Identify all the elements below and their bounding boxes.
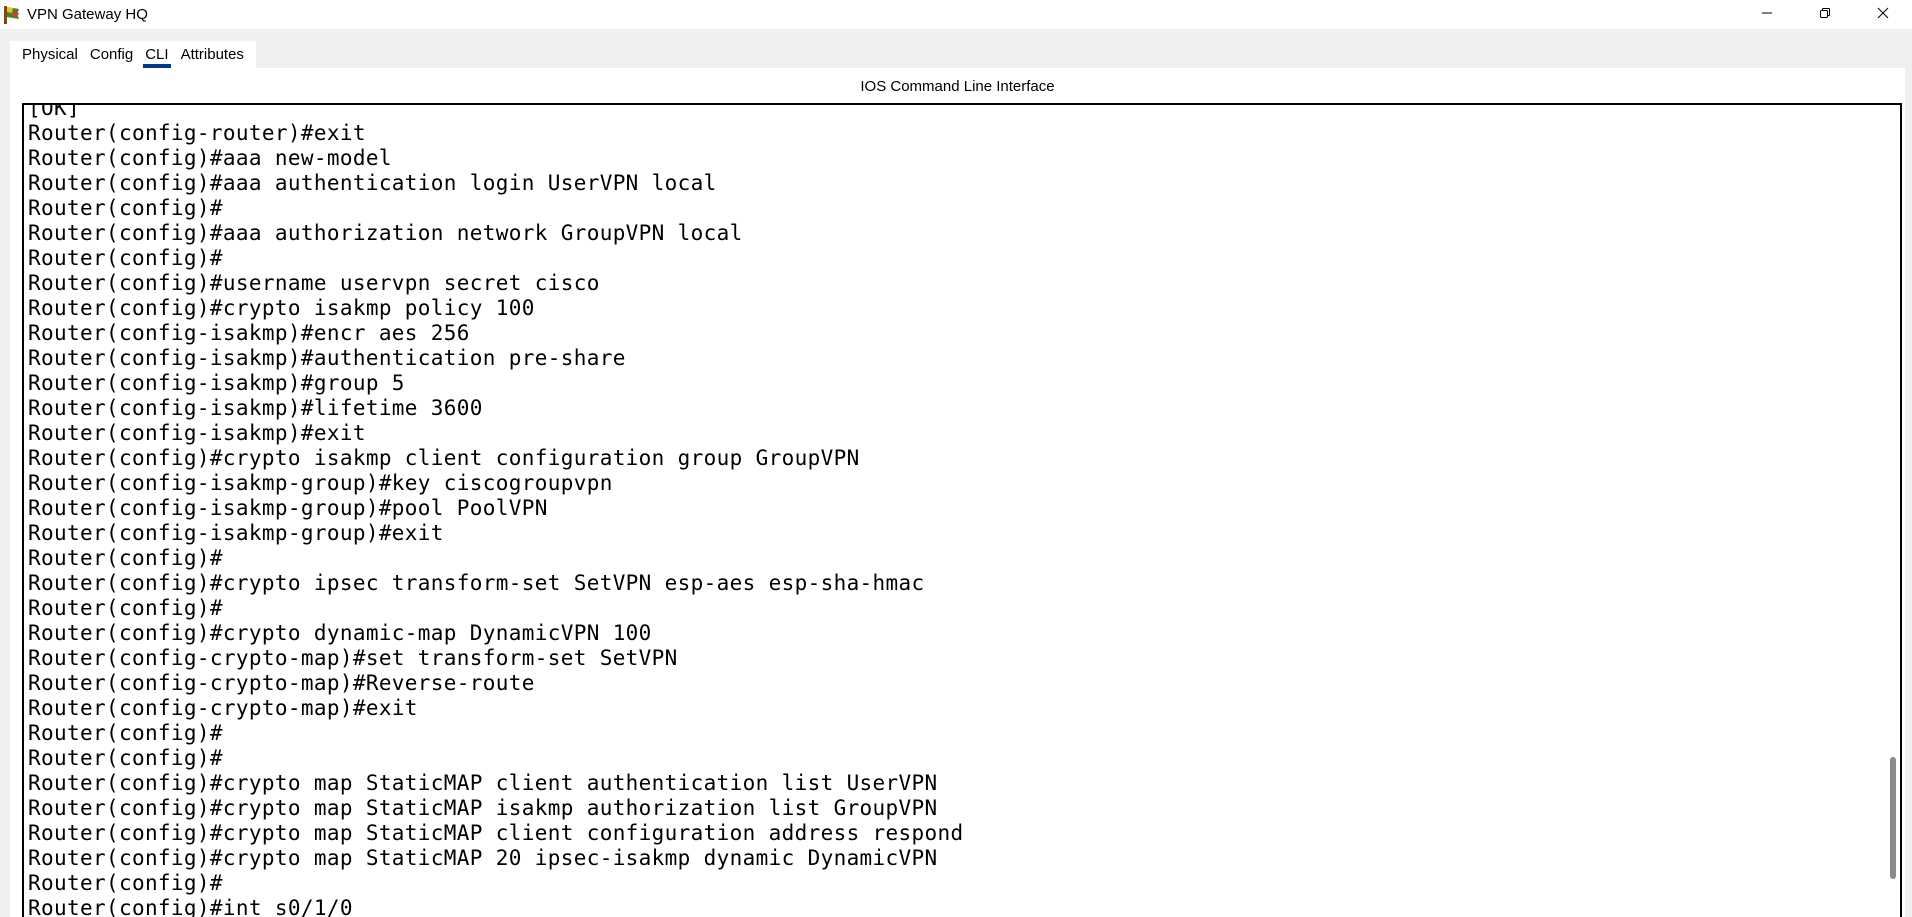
cli-line: Router(config-isakmp-group)#key ciscogro…	[28, 471, 613, 495]
minimize-button[interactable]	[1738, 0, 1796, 29]
cli-line: Router(config)#	[28, 871, 223, 895]
cli-line: Router(config-isakmp)#lifetime 3600	[28, 396, 483, 420]
scrollbar-thumb[interactable]	[1890, 757, 1896, 879]
cli-line: Router(config)#int s0/1/0	[28, 896, 353, 917]
cli-line: Router(config-router)#exit	[28, 121, 366, 145]
cli-line: Router(config)#	[28, 246, 223, 270]
cli-panel: IOS Command Line Interface [OK] Router(co…	[10, 68, 1905, 917]
tab-label: CLI	[145, 46, 169, 63]
app-window: VPN Gateway HQ Physical Config CLI Attri…	[0, 0, 1912, 917]
cli-line: Router(config)#	[28, 596, 223, 620]
window-title: VPN Gateway HQ	[27, 6, 148, 23]
cli-line: Router(config)#username uservpn secret c…	[28, 271, 600, 295]
cli-output[interactable]: [OK] Router(config-router)#exit Router(con…	[28, 103, 1880, 917]
cli-line: Router(config)#	[28, 196, 223, 220]
terminal-scrollbar[interactable]	[1886, 105, 1900, 917]
close-button[interactable]	[1854, 0, 1912, 29]
cli-line: Router(config)#crypto dynamic-map Dynami…	[28, 621, 652, 645]
cli-line: Router(config)#crypto isakmp policy 100	[28, 296, 535, 320]
cli-line: Router(config)#aaa new-model	[28, 146, 392, 170]
device-tabs: Physical Config CLI Attributes	[10, 41, 256, 68]
tab-cli[interactable]: CLI	[139, 41, 174, 68]
cli-line: Router(config-crypto-map)#set transform-…	[28, 646, 678, 670]
cli-line: Router(config-isakmp-group)#exit	[28, 521, 444, 545]
cli-line: [OK]	[28, 103, 80, 120]
cli-line: Router(config)#crypto map StaticMAP 20 i…	[28, 846, 938, 870]
window-controls	[1738, 0, 1912, 29]
title-bar[interactable]: VPN Gateway HQ	[0, 0, 1912, 29]
minimize-icon	[1761, 6, 1773, 24]
tab-config[interactable]: Config	[84, 41, 139, 68]
cli-line: Router(config-isakmp)#authentication pre…	[28, 346, 626, 370]
cli-line: Router(config)#crypto map StaticMAP isak…	[28, 796, 938, 820]
cli-line: Router(config)#crypto map StaticMAP clie…	[28, 821, 964, 845]
tab-attributes[interactable]: Attributes	[175, 41, 256, 68]
restore-icon	[1819, 6, 1831, 24]
cli-line: Router(config)#crypto isakmp client conf…	[28, 446, 860, 470]
cli-line: Router(config)#crypto ipsec transform-se…	[28, 571, 925, 595]
cli-line: Router(config-isakmp)#exit	[28, 421, 366, 445]
cli-line: Router(config)#	[28, 721, 223, 745]
restore-button[interactable]	[1796, 0, 1854, 29]
cli-line: Router(config-crypto-map)#Reverse-route	[28, 671, 535, 695]
tab-label: Physical	[22, 46, 78, 63]
cli-line: Router(config-isakmp)#group 5	[28, 371, 405, 395]
cli-terminal[interactable]: [OK] Router(config-router)#exit Router(con…	[22, 103, 1902, 917]
tab-label: Config	[89, 46, 134, 63]
cli-line: Router(config)#	[28, 746, 223, 770]
cli-line: Router(config)#crypto map StaticMAP clie…	[28, 771, 938, 795]
cli-line: Router(config-isakmp-group)#pool PoolVPN	[28, 496, 548, 520]
cli-line: Router(config-crypto-map)#exit	[28, 696, 418, 720]
cli-line: Router(config)#	[28, 546, 223, 570]
tab-label: Attributes	[180, 46, 244, 63]
tab-physical[interactable]: Physical	[10, 41, 84, 68]
cli-line: Router(config)#aaa authorization network…	[28, 221, 743, 245]
cli-line: Router(config)#aaa authentication login …	[28, 171, 717, 195]
close-icon	[1877, 6, 1889, 24]
cli-line: Router(config-isakmp)#encr aes 256	[28, 321, 470, 345]
packet-tracer-router-icon	[3, 5, 21, 25]
panel-title: IOS Command Line Interface	[860, 78, 1055, 95]
